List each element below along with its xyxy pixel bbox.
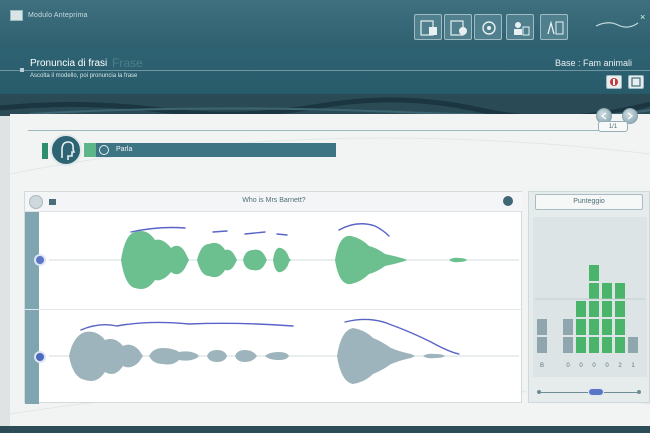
page-subtitle: Ascolta il modello, poi pronuncia la fra… xyxy=(30,73,138,79)
waveform-header: Who is Mrs Barnett? xyxy=(25,192,523,212)
score-bar-label: 0 xyxy=(579,363,583,369)
record-icon xyxy=(610,78,618,86)
score-panel: Punteggio B 0 0 0 0 2 1 xyxy=(528,191,650,403)
bottom-bar xyxy=(0,426,650,433)
score-block xyxy=(589,265,599,281)
score-bar-label: 0 xyxy=(605,363,609,369)
speaker-tab xyxy=(42,143,48,159)
settings-icon xyxy=(482,21,496,35)
score-block xyxy=(589,283,599,299)
speak-icon xyxy=(99,145,109,155)
app-icon xyxy=(10,10,23,21)
next-icon xyxy=(627,112,634,120)
score-block xyxy=(576,301,586,317)
score-block xyxy=(615,319,625,335)
sentence-counter: 1/1 xyxy=(598,121,628,132)
base-label: Base : Fam animali xyxy=(555,58,633,68)
score-bar-label: 0 xyxy=(592,363,596,369)
score-block xyxy=(602,301,612,317)
main-panel: 1/1 Parla Who is Mrs Barnett? Punteggio … xyxy=(10,108,650,426)
title-bar: Modulo Anteprima × xyxy=(0,0,650,48)
speaker-avatar[interactable] xyxy=(50,134,82,166)
score-chart: B 0 0 0 0 2 1 xyxy=(535,265,645,369)
score-block xyxy=(563,337,573,353)
waveform-panel: Who is Mrs Barnett? xyxy=(24,191,523,404)
score-block xyxy=(628,337,638,353)
score-bar-label: 0 xyxy=(566,363,570,369)
decorative-band xyxy=(0,94,650,116)
model-waveform xyxy=(69,328,445,384)
score-block xyxy=(563,319,573,335)
score-block xyxy=(589,337,599,353)
student-pitch xyxy=(130,223,390,237)
score-bar-label: 2 xyxy=(618,363,622,369)
page-title: Pronuncia di frasi xyxy=(30,58,108,69)
previous-icon xyxy=(600,112,607,120)
score-bar-label: 1 xyxy=(631,363,635,369)
sentence-list-button[interactable] xyxy=(414,14,442,40)
score-block xyxy=(615,301,625,317)
sentence-edit-button[interactable] xyxy=(444,14,472,40)
stats-icon xyxy=(547,20,564,35)
stats-button[interactable] xyxy=(540,14,568,40)
score-block xyxy=(537,337,547,353)
score-button[interactable]: Punteggio xyxy=(535,194,643,210)
help-icon xyxy=(631,77,641,87)
page-title-ghost: Frase xyxy=(112,56,143,70)
logo-icon xyxy=(595,22,639,28)
score-block xyxy=(602,319,612,335)
score-block xyxy=(615,283,625,299)
score-bar-label: B xyxy=(540,363,544,369)
score-slider-knob[interactable] xyxy=(588,388,604,396)
header-divider xyxy=(0,70,650,71)
band-texture xyxy=(0,97,650,116)
speak-indicator xyxy=(84,143,96,157)
close-icon[interactable]: × xyxy=(640,12,645,22)
sentence-edit-icon xyxy=(450,20,467,36)
users-button[interactable] xyxy=(506,14,534,40)
score-block xyxy=(537,319,547,335)
help-button[interactable] xyxy=(628,75,644,89)
progress-line xyxy=(28,130,608,131)
waveform-display xyxy=(49,223,519,384)
title-bullet-icon xyxy=(20,68,24,72)
phrase-text: Who is Mrs Barnett? xyxy=(242,197,306,204)
slider-right-end xyxy=(637,390,641,394)
info-icon[interactable] xyxy=(503,196,513,206)
head-icon xyxy=(61,141,76,160)
app-window: Modulo Anteprima × Frase Pronuncia di fr… xyxy=(0,0,650,433)
sentence-list-icon xyxy=(420,20,437,36)
app-title: Modulo Anteprima xyxy=(28,12,88,19)
score-block xyxy=(602,337,612,353)
record-button[interactable] xyxy=(606,75,622,89)
settings-button[interactable] xyxy=(474,14,502,40)
score-block xyxy=(576,319,586,335)
score-block xyxy=(576,337,586,353)
score-block xyxy=(615,337,625,353)
score-block xyxy=(589,301,599,317)
score-block xyxy=(589,319,599,335)
speak-label: Parla xyxy=(116,146,133,153)
page-header xyxy=(0,48,650,94)
users-icon xyxy=(514,22,530,36)
score-block xyxy=(602,283,612,299)
